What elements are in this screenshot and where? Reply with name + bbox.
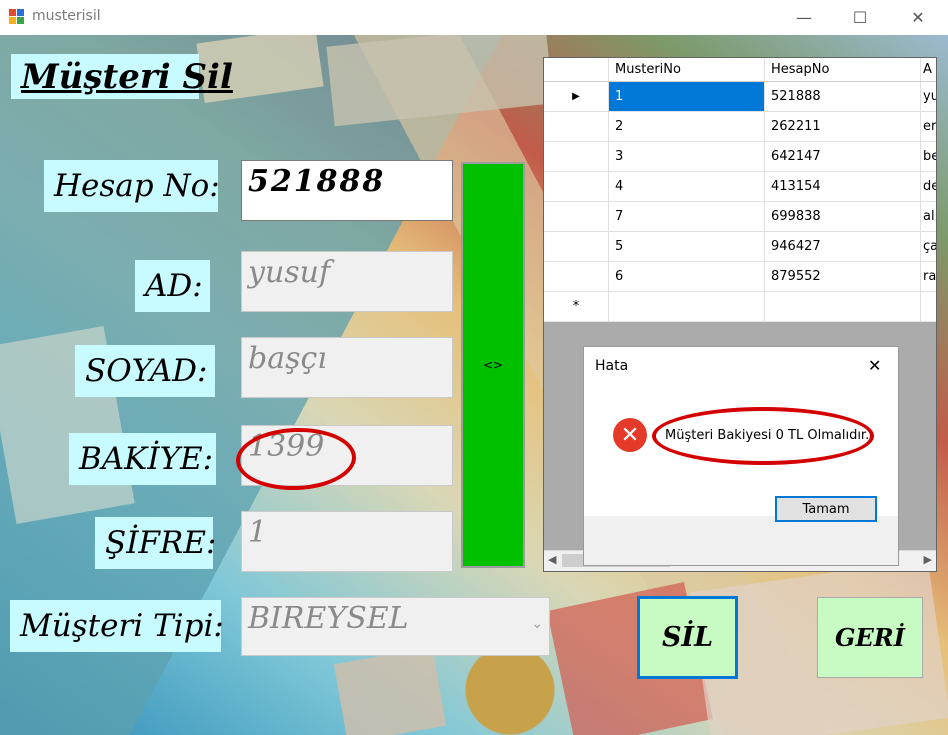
grid-cell[interactable]: ra (921, 262, 936, 291)
row-header[interactable] (544, 202, 609, 231)
scroll-right-icon[interactable]: ▶ (924, 553, 932, 566)
current-row-marker-icon[interactable]: ▶ (544, 82, 609, 111)
soyad-field[interactable]: başçı (241, 337, 453, 398)
grid-cell[interactable]: 946427 (765, 232, 921, 261)
column-header-ad[interactable]: A (921, 58, 936, 81)
grid-cell[interactable] (609, 292, 765, 321)
grid-cell[interactable]: 262211 (765, 112, 921, 141)
delete-button[interactable]: SİL (637, 596, 738, 679)
bakiye-label: BAKİYE: (69, 433, 216, 485)
grid-cell[interactable]: 3 (609, 142, 765, 171)
grid-cell[interactable]: de (921, 172, 936, 201)
grid-cell[interactable]: 7 (609, 202, 765, 231)
ad-label: AD: (135, 260, 210, 312)
dialog-footer (584, 516, 898, 565)
row-header[interactable] (544, 112, 609, 141)
row-header[interactable] (544, 172, 609, 201)
dialog-title: Hata (595, 358, 629, 374)
error-icon: ✕ (613, 418, 647, 452)
musteri-tipi-select[interactable]: BIREYSEL ⌄ (241, 597, 550, 656)
back-button[interactable]: GERİ (817, 597, 923, 678)
grid-cell[interactable]: 1 (609, 82, 765, 111)
column-header-musterino[interactable]: MusteriNo (609, 58, 765, 81)
grid-cell[interactable]: 2 (609, 112, 765, 141)
grid-cell[interactable]: ça (921, 232, 936, 261)
row-header[interactable] (544, 232, 609, 261)
grid-cell[interactable]: al (921, 202, 936, 231)
close-button[interactable]: ✕ (895, 0, 941, 35)
grid-cell[interactable]: be (921, 142, 936, 171)
grid-cell[interactable]: 6 (609, 262, 765, 291)
soyad-label: SOYAD: (75, 345, 215, 397)
new-row-marker-icon[interactable]: * (544, 292, 609, 321)
musteri-tipi-value: BIREYSEL (248, 601, 409, 636)
grid-cell[interactable]: 879552 (765, 262, 921, 291)
grid-cell[interactable]: yu (921, 82, 936, 111)
ok-button[interactable]: Tamam (775, 496, 877, 522)
grid-cell[interactable]: 413154 (765, 172, 921, 201)
row-header[interactable] (544, 262, 609, 291)
column-header-hesapno[interactable]: HesapNo (765, 58, 921, 81)
chevron-down-icon: ⌄ (531, 616, 543, 632)
window-title: musterisil (32, 8, 101, 24)
row-header-corner (544, 58, 609, 81)
table-row[interactable]: 2 262211 er (544, 112, 936, 142)
grid-cell[interactable]: 699838 (765, 202, 921, 231)
title-bar: musterisil — ☐ ✕ (0, 0, 948, 35)
page-title: Müşteri Sil (11, 54, 233, 99)
message-annotation-circle (652, 407, 874, 465)
form-client-area: Müşteri Sil Hesap No: AD: SOYAD: BAKİYE:… (0, 35, 948, 735)
grid-cell[interactable] (921, 292, 936, 321)
grid-cell[interactable]: 642147 (765, 142, 921, 171)
minimize-button[interactable]: — (781, 0, 827, 35)
dialog-close-button[interactable]: ✕ (868, 356, 881, 375)
error-dialog: Hata ✕ ✕ Müşteri Bakiyesi 0 TL Olmalıdır… (583, 346, 899, 566)
table-row[interactable]: 6 879552 ra (544, 262, 936, 292)
table-row[interactable]: 7 699838 al (544, 202, 936, 232)
grid-header-row: MusteriNo HesapNo A (544, 58, 936, 82)
grid-cell[interactable]: er (921, 112, 936, 141)
maximize-button[interactable]: ☐ (837, 0, 883, 35)
row-header[interactable] (544, 142, 609, 171)
grid-cell[interactable]: 521888 (765, 82, 921, 111)
ad-field[interactable]: yusuf (241, 251, 453, 312)
sifre-label: ŞİFRE: (95, 517, 216, 569)
scroll-left-icon[interactable]: ◀ (548, 553, 556, 566)
hesap-no-input[interactable]: 521888 (241, 160, 453, 221)
sifre-field[interactable]: 1 (241, 511, 453, 572)
grid-cell[interactable]: 4 (609, 172, 765, 201)
new-row[interactable]: * (544, 292, 936, 322)
search-button[interactable]: <> (461, 162, 525, 568)
app-icon (9, 9, 25, 25)
musteri-tipi-label: Müşteri Tipi: (10, 600, 224, 652)
table-row[interactable]: 4 413154 de (544, 172, 936, 202)
grid-cell[interactable] (765, 292, 921, 321)
table-row[interactable]: 5 946427 ça (544, 232, 936, 262)
grid-table: MusteriNo HesapNo A ▶ 1 521888 yu 2 2622… (544, 58, 936, 322)
table-row[interactable]: ▶ 1 521888 yu (544, 82, 936, 112)
table-row[interactable]: 3 642147 be (544, 142, 936, 172)
hesap-no-label: Hesap No: (44, 160, 220, 212)
grid-cell[interactable]: 5 (609, 232, 765, 261)
